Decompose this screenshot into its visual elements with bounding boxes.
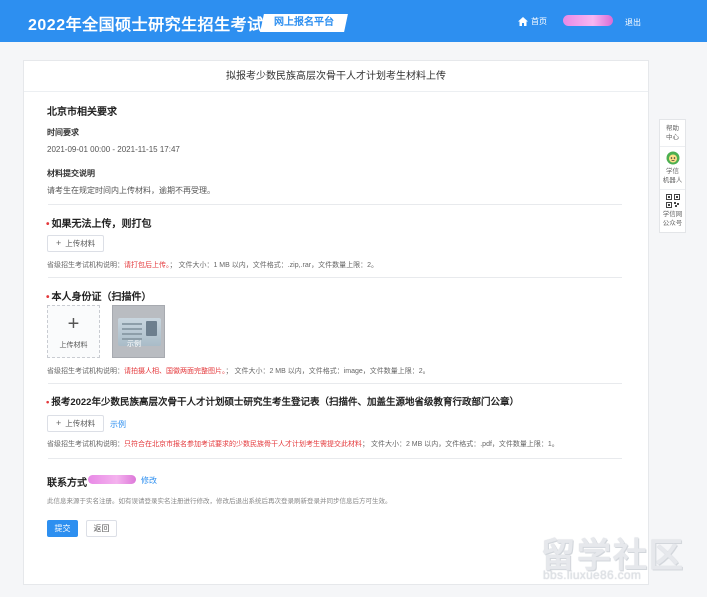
upload-1-note: 省级招生考试机构说明：请打包后上传。； 文件大小：1 MB 以内，文件格式：.z… — [47, 262, 378, 269]
help-center-button[interactable]: 帮助 中心 — [660, 120, 685, 147]
robot-icon — [666, 151, 679, 165]
qr-code-icon — [665, 194, 680, 208]
submit-button[interactable]: 提交 — [47, 520, 78, 537]
divider — [48, 204, 622, 205]
requirements-title: 北京市相关要求 — [47, 107, 117, 118]
top-navigation-bar: 2022年全国硕士研究生招生考试 网上报名平台 首页 退出 — [0, 0, 707, 42]
upload-3-note: 省级招生考试机构说明：只符合在北京市报名参加考试要求的少数民族骨干人才计划考生需… — [47, 441, 559, 448]
plus-icon: + — [56, 418, 62, 428]
material-instruction-value: 请考生在规定时间内上传材料，逾期不再受理。 — [47, 186, 215, 195]
wechat-qr-button[interactable]: 学信网 公众号 — [660, 190, 685, 232]
id-card-example-thumbnail[interactable]: 示例 — [112, 305, 165, 358]
home-link[interactable]: 首页 — [518, 16, 547, 27]
main-card: 拟报考少数民族高层次骨干人才计划考生材料上传 北京市相关要求 时间要求 2021… — [23, 60, 649, 585]
plus-icon: + — [67, 312, 80, 335]
divider — [48, 458, 622, 459]
upload-3-title: • 报考2022年少数民族高层次骨干人才计划硕士研究生考生登记表（扫描件、加盖生源… — [46, 397, 519, 408]
time-requirement-value: 2021-09-01 00:00 - 2021-11-15 17:47 — [47, 145, 180, 154]
upload-1-button[interactable]: + 上传材料 — [47, 235, 105, 252]
side-tools: 帮助 中心 学信 机器人 学信网 公众号 — [659, 119, 686, 233]
divider — [48, 277, 622, 278]
time-requirement-title: 时间要求 — [47, 128, 79, 137]
contact-edit-link[interactable]: 修改 — [141, 475, 157, 486]
plus-icon: + — [56, 238, 62, 248]
user-name-redacted — [563, 15, 613, 26]
upload-3-button[interactable]: + 上传材料 — [47, 415, 105, 432]
divider — [48, 383, 622, 384]
robot-button[interactable]: 学信 机器人 — [660, 147, 685, 190]
upload-2-box[interactable]: + 上传材料 — [47, 305, 100, 358]
home-icon — [518, 17, 528, 26]
upload-2-note: 省级招生考试机构说明：请拍摄人相、国徽两面完整图片。； 文件大小：2 MB 以内… — [47, 368, 430, 375]
platform-tag: 网上报名平台 — [260, 14, 348, 32]
contact-value-redacted — [88, 475, 136, 484]
upload-1-title: • 如果无法上传，则打包 — [46, 219, 152, 230]
watermark: 留学社区 bbs.liuxue86.com — [537, 528, 697, 590]
upload-3-example-link[interactable]: 示例 — [110, 419, 126, 430]
upload-2-title: • 本人身份证（扫描件） — [46, 292, 152, 303]
material-instruction-title: 材料提交说明 — [47, 169, 95, 178]
page-title: 拟报考少数民族高层次骨干人才计划考生材料上传 — [24, 61, 648, 92]
logout-link[interactable]: 退出 — [625, 17, 641, 28]
contact-title: 联系方式 — [47, 478, 87, 489]
back-button[interactable]: 返回 — [86, 520, 117, 537]
watermark-url: bbs.liuxue86.com — [543, 568, 642, 582]
site-title: 2022年全国硕士研究生招生考试 — [28, 17, 264, 34]
contact-note: 此信息来源于实名注册。如有误请登录实名注册进行修改，修改后退出系统后再次登录刷新… — [47, 498, 392, 505]
